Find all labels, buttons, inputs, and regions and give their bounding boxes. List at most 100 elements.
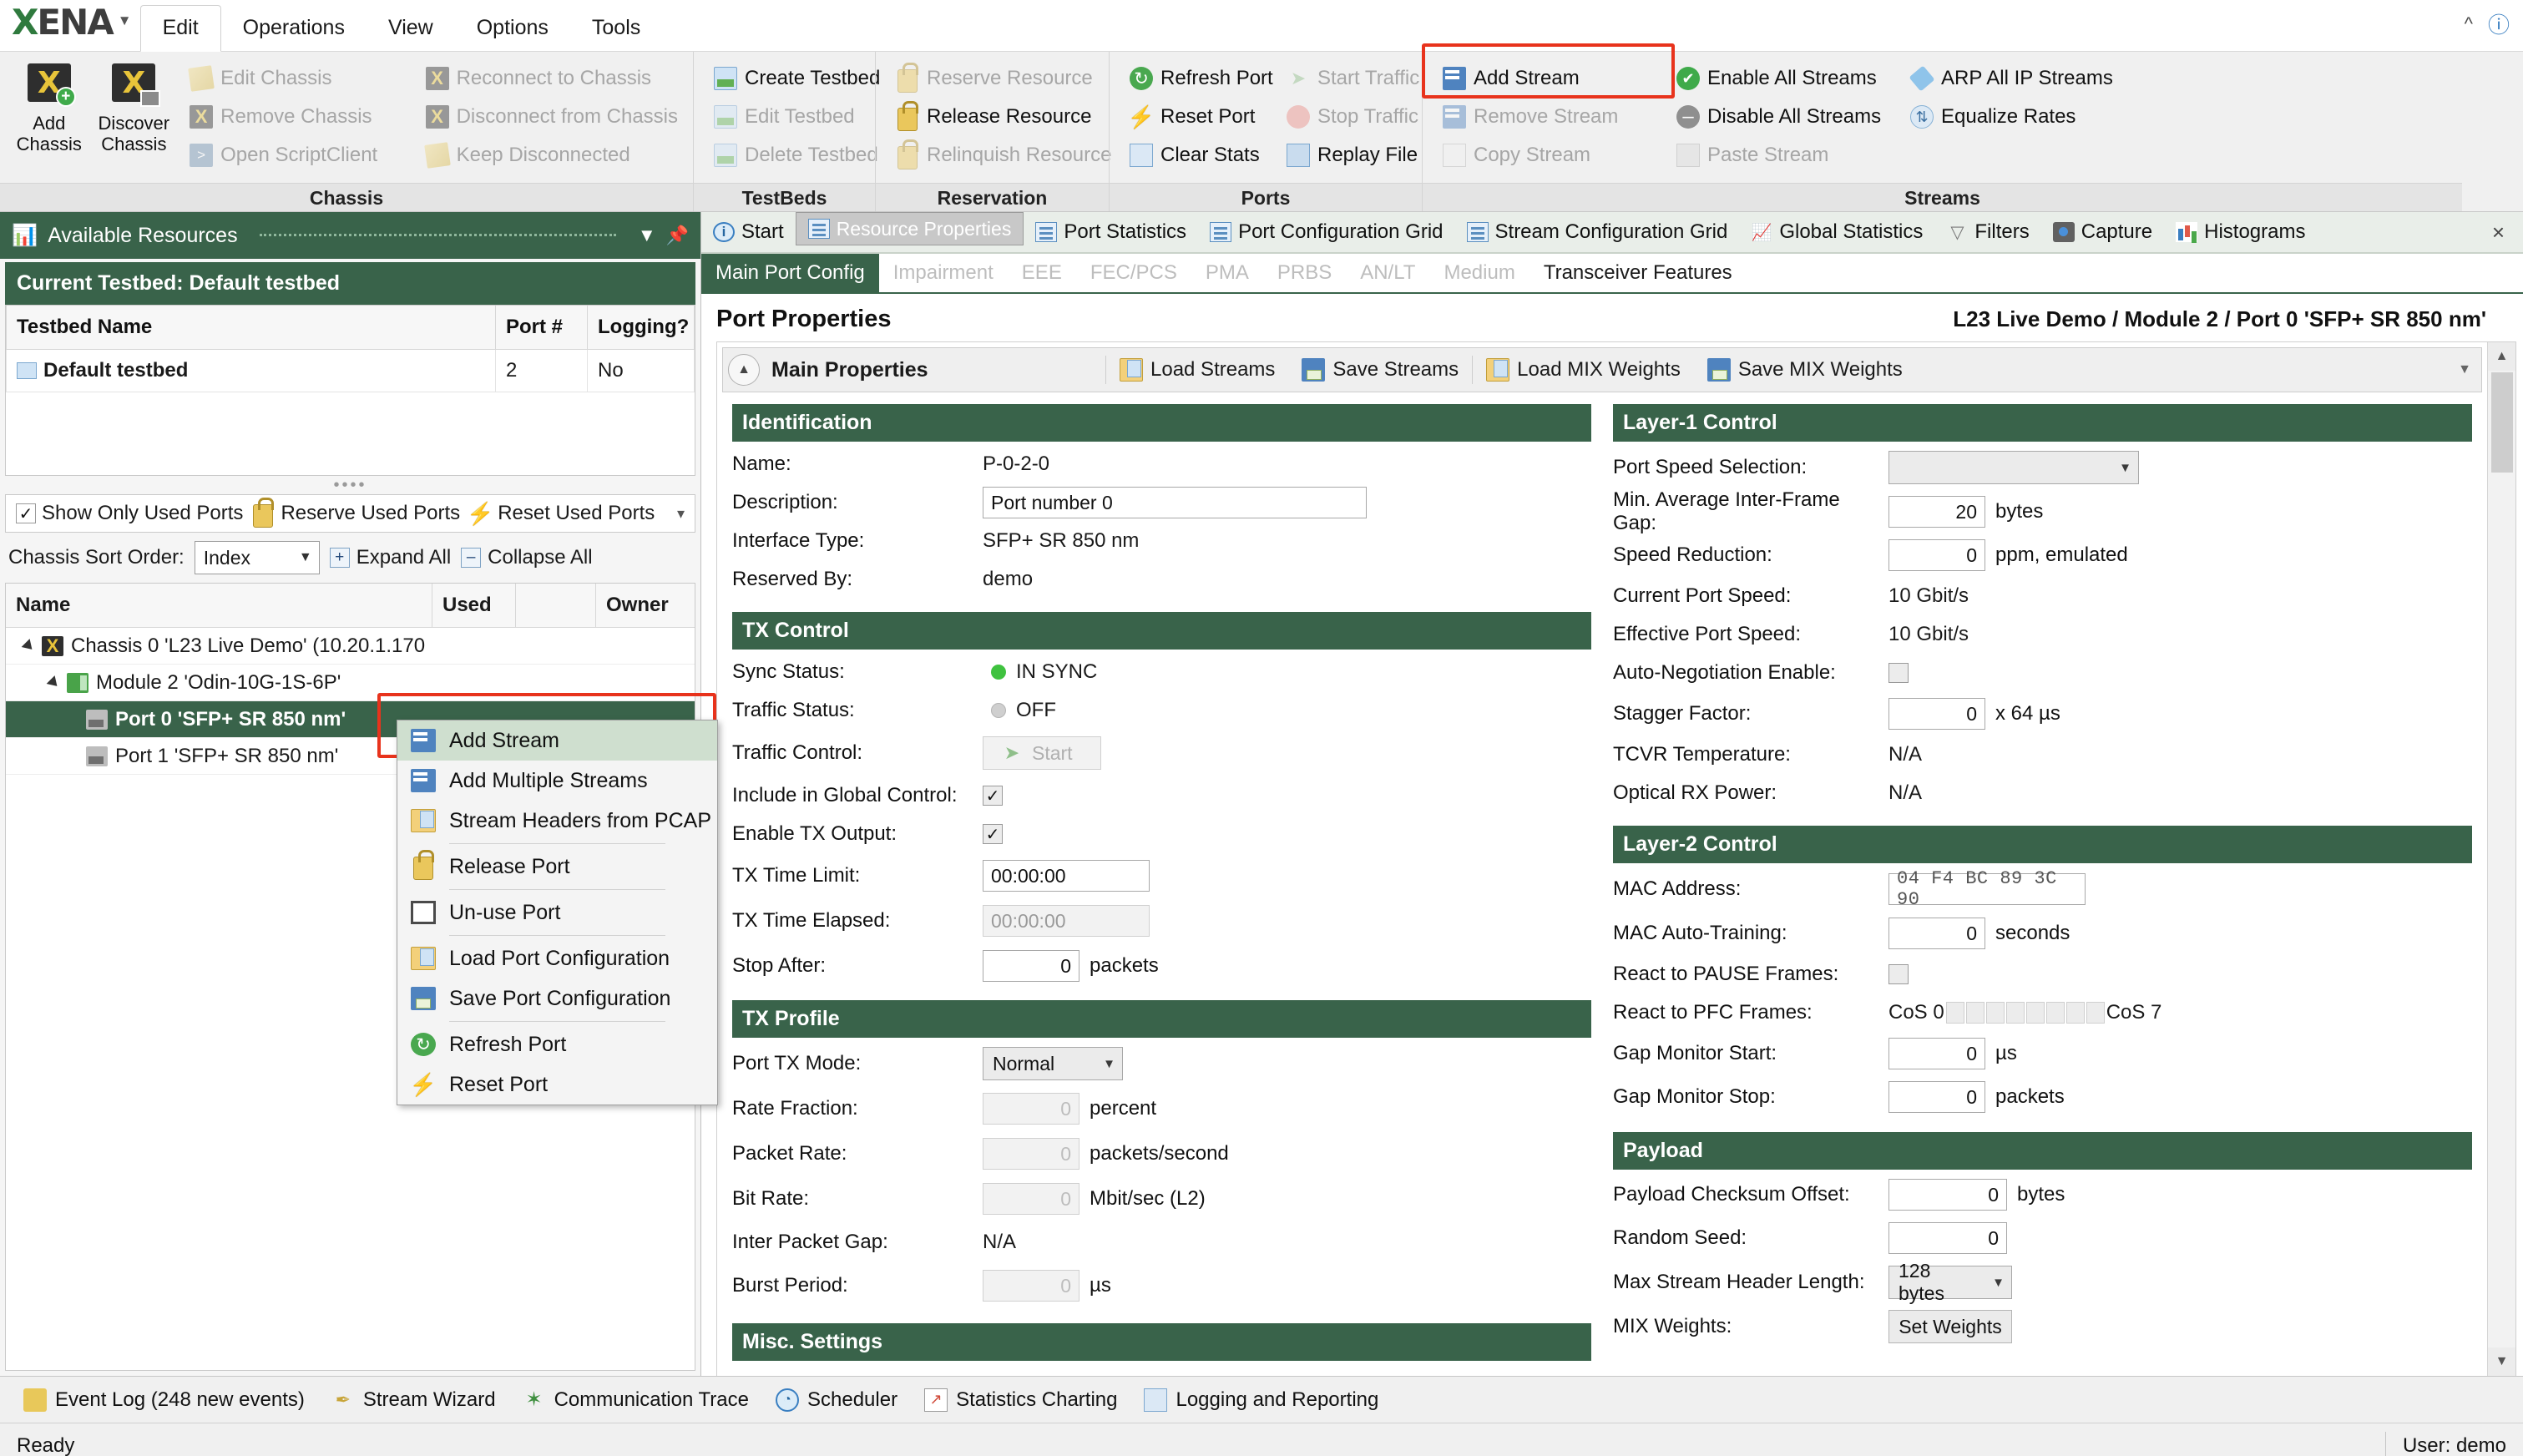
start-traffic-button[interactable]: Start Traffic	[1278, 60, 1423, 97]
help-icon[interactable]: ⓘ	[2488, 8, 2510, 39]
add-stream-button[interactable]: Add Stream	[1434, 60, 1663, 97]
dock-menu-caret-icon[interactable]: ▼	[638, 225, 656, 246]
logo-dropdown-caret-icon[interactable]: ▼	[118, 13, 132, 33]
start-traffic-button[interactable]: Start	[983, 736, 1101, 770]
scroll-down-arrow-icon[interactable]: ▼	[2488, 1347, 2515, 1376]
enable-all-streams-button[interactable]: Enable All Streams	[1668, 60, 1897, 97]
taskbar-event-log[interactable]: Event Log (248 new events)	[10, 1388, 318, 1412]
rate-fraction-input[interactable]: 0	[983, 1093, 1079, 1125]
collapse-section-icon[interactable]: ▲	[728, 354, 760, 386]
release-resource-button[interactable]: Release Resource	[887, 99, 1102, 135]
load-mix-weights-button[interactable]: Load MIX Weights	[1473, 358, 1694, 382]
collapse-all-button[interactable]: – Collapse All	[461, 546, 593, 569]
context-refresh-port[interactable]: Refresh Port	[397, 1024, 717, 1064]
payload-checksum-offset-input[interactable]: 0	[1888, 1179, 2007, 1211]
tab-start[interactable]: Start	[701, 212, 796, 252]
max-stream-header-length-select[interactable]: 128 bytes ▼	[1888, 1260, 2012, 1304]
keep-disconnected-button[interactable]: Keep Disconnected	[417, 137, 686, 174]
cos-checkbox-6[interactable]	[2065, 1002, 2085, 1024]
context-add-multiple-streams[interactable]: Add Multiple Streams	[397, 761, 717, 801]
port-speed-selection-select[interactable]: ▼	[1888, 451, 2139, 484]
cos-checkbox-0[interactable]	[1945, 1002, 1964, 1024]
arp-all-ip-streams-button[interactable]: ARP All IP Streams	[1902, 60, 2139, 97]
tab-resource-properties[interactable]: Resource Properties	[795, 212, 1024, 245]
subtab-an-lt[interactable]: AN/LT	[1346, 254, 1429, 292]
load-streams-button[interactable]: Load Streams	[1106, 358, 1288, 382]
context-save-port-configuration[interactable]: Save Port Configuration	[397, 978, 717, 1019]
gap-monitor-stop-input[interactable]: 0	[1888, 1081, 1985, 1113]
bit-rate-input[interactable]: 0	[983, 1183, 1079, 1215]
mac-auto-training-input[interactable]: 0	[1888, 918, 1985, 949]
discover-chassis-button[interactable]: DiscoverChassis	[92, 60, 177, 155]
tx-time-limit-input[interactable]: 00:00:00	[983, 860, 1150, 892]
cos-checkbox-7[interactable]	[2086, 1002, 2105, 1024]
menu-item-view[interactable]: View	[367, 6, 455, 52]
dock-pin-icon[interactable]: 📌	[666, 225, 689, 246]
clear-stats-button[interactable]: Clear Stats	[1121, 137, 1273, 174]
subtab-transceiver-features[interactable]: Transceiver Features	[1529, 254, 1747, 292]
taskbar-scheduler[interactable]: Scheduler	[762, 1388, 911, 1412]
show-only-used-ports-checkbox[interactable]: ✓ Show Only Used Ports	[16, 502, 243, 525]
tree-row-module-2[interactable]: Module 2 'Odin-10G-1S-6P'	[6, 665, 695, 701]
reset-port-button[interactable]: Reset Port	[1121, 99, 1273, 135]
subtab-main-port-config[interactable]: Main Port Config	[701, 254, 879, 292]
close-tab-icon[interactable]: ×	[2474, 212, 2523, 252]
expander-icon[interactable]	[21, 638, 37, 654]
menu-item-tools[interactable]: Tools	[570, 6, 662, 52]
save-mix-weights-button[interactable]: Save MIX Weights	[1694, 358, 1916, 382]
refresh-port-button[interactable]: Refresh Port	[1121, 60, 1273, 97]
disable-all-streams-button[interactable]: Disable All Streams	[1668, 99, 1897, 135]
mac-address-input[interactable]: 04 F4 BC 89 3C 90	[1888, 868, 2086, 910]
context-release-port[interactable]: Release Port	[397, 847, 717, 887]
menu-item-options[interactable]: Options	[455, 6, 570, 52]
remove-chassis-button[interactable]: Remove Chassis	[181, 99, 412, 135]
create-testbed-button[interactable]: Create Testbed	[705, 60, 880, 97]
paste-stream-button[interactable]: Paste Stream	[1668, 137, 1897, 174]
panel-resize-grip[interactable]: ••••	[5, 476, 695, 494]
cos-checkbox-4[interactable]	[2025, 1002, 2045, 1024]
cos-checkbox-3[interactable]	[2005, 1002, 2025, 1024]
tab-port-statistics[interactable]: Port Statistics	[1024, 212, 1198, 252]
set-weights-button[interactable]: Set Weights	[1888, 1310, 2012, 1343]
include-global-control-checkbox[interactable]: ✓	[983, 786, 1003, 806]
tab-port-configuration-grid[interactable]: Port Configuration Grid	[1198, 212, 1454, 252]
tab-stream-configuration-grid[interactable]: Stream Configuration Grid	[1455, 212, 1740, 252]
subtab-pma[interactable]: PMA	[1191, 254, 1263, 292]
cos-checkbox-5[interactable]	[2045, 1002, 2065, 1024]
context-reset-port[interactable]: Reset Port	[397, 1064, 717, 1105]
expander-icon[interactable]	[46, 675, 62, 690]
replay-file-button[interactable]: Replay File	[1278, 137, 1423, 174]
port-tx-mode-select[interactable]: Normal ▼	[983, 1047, 1123, 1080]
subtab-prbs[interactable]: PRBS	[1263, 254, 1346, 292]
vertical-scrollbar[interactable]: ▲ ▼	[2487, 342, 2515, 1376]
react-pause-checkbox[interactable]	[1888, 964, 1909, 984]
gap-monitor-start-input[interactable]: 0	[1888, 1038, 1985, 1069]
edit-chassis-button[interactable]: Edit Chassis	[181, 60, 412, 97]
relinquish-resource-button[interactable]: Relinquish Resource	[887, 137, 1111, 174]
taskbar-logging-and-reporting[interactable]: Logging and Reporting	[1130, 1388, 1392, 1412]
subtab-eee[interactable]: EEE	[1008, 254, 1076, 292]
menu-item-operations[interactable]: Operations	[221, 6, 367, 52]
copy-stream-button[interactable]: Copy Stream	[1434, 137, 1663, 174]
tab-filters[interactable]: Filters	[1934, 212, 2040, 252]
auto-negotiation-checkbox[interactable]	[1888, 663, 1909, 683]
random-seed-input[interactable]: 0	[1888, 1222, 2007, 1254]
tab-capture[interactable]: Capture	[2041, 212, 2164, 252]
min-avg-ifg-input[interactable]: 20	[1888, 496, 1985, 528]
packet-rate-input[interactable]: 0	[983, 1138, 1079, 1170]
edit-testbed-button[interactable]: Edit Testbed	[705, 99, 868, 135]
stagger-factor-input[interactable]: 0	[1888, 698, 1985, 730]
delete-testbed-button[interactable]: Delete Testbed	[705, 137, 878, 174]
ta skbar-stream-wizard[interactable]: Stream Wizard	[318, 1388, 509, 1412]
cos-checkbox-2[interactable]	[1985, 1002, 2005, 1024]
remove-stream-button[interactable]: Remove Stream	[1434, 99, 1663, 135]
open-scriptclient-button[interactable]: Open ScriptClient	[181, 137, 412, 174]
scrollbar-thumb[interactable]	[2490, 372, 2513, 473]
cos-checkbox-1[interactable]	[1965, 1002, 1985, 1024]
equalize-rates-button[interactable]: Equalize Rates	[1902, 99, 2139, 135]
add-chassis-button[interactable]: + AddChassis	[7, 60, 92, 155]
reserve-resource-button[interactable]: Reserve Resource	[887, 60, 1102, 97]
context-add-stream[interactable]: Add Stream	[397, 720, 717, 761]
context-un-use-port[interactable]: Un-use Port	[397, 892, 717, 933]
description-input[interactable]: Port number 0	[983, 487, 1367, 518]
